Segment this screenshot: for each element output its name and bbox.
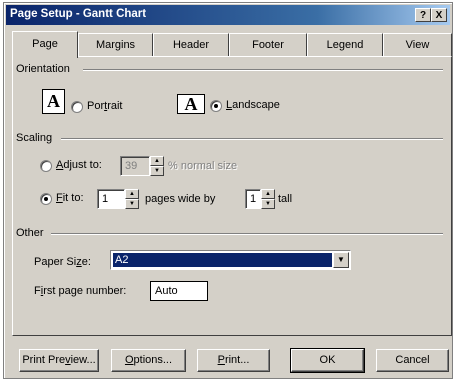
- portrait-radio[interactable]: [71, 101, 83, 113]
- dialog-title: Page Setup - Gantt Chart: [10, 8, 147, 20]
- page-tab-panel: Orientation A Portrait A Landscape Scali…: [12, 56, 452, 336]
- cancel-button[interactable]: Cancel: [376, 349, 449, 372]
- print-button[interactable]: Print...: [197, 349, 270, 372]
- pages-wide-input[interactable]: 1: [97, 189, 125, 209]
- spin-up-icon[interactable]: ▲: [150, 156, 164, 166]
- tab-view[interactable]: View: [383, 33, 452, 57]
- help-button[interactable]: ?: [415, 8, 431, 22]
- scaling-divider: [61, 138, 443, 140]
- spin-down-icon[interactable]: ▼: [150, 166, 164, 176]
- paper-size-value: A2: [113, 253, 332, 267]
- landscape-radio[interactable]: [210, 100, 222, 112]
- pages-wide-spinner[interactable]: ▲ ▼: [125, 189, 139, 209]
- options-button[interactable]: Options...: [111, 349, 186, 372]
- orientation-divider: [83, 69, 443, 71]
- adjust-to-label[interactable]: Adjust to:: [56, 159, 102, 171]
- landscape-label[interactable]: Landscape: [226, 99, 280, 111]
- ok-button[interactable]: OK: [290, 348, 365, 373]
- tab-header[interactable]: Header: [153, 33, 229, 57]
- first-page-number-input[interactable]: Auto: [150, 281, 208, 301]
- landscape-page-icon: A: [177, 94, 205, 114]
- pages-tall-input[interactable]: 1: [245, 189, 261, 209]
- spin-up-icon[interactable]: ▲: [261, 189, 275, 199]
- pages-wide-label: pages wide by: [145, 193, 216, 205]
- other-group-label: Other: [16, 227, 47, 239]
- tab-margins[interactable]: Margins: [78, 33, 153, 57]
- close-button[interactable]: X: [431, 8, 447, 22]
- spin-up-icon[interactable]: ▲: [125, 189, 139, 199]
- print-preview-button[interactable]: Print Preview...: [19, 349, 99, 372]
- scaling-group-label: Scaling: [16, 132, 56, 144]
- chevron-down-icon[interactable]: ▼: [333, 252, 349, 268]
- page-setup-dialog: Page Setup - Gantt Chart ? X Page Margin…: [3, 2, 453, 379]
- first-page-number-label: First page number:: [34, 285, 127, 297]
- title-bar[interactable]: Page Setup - Gantt Chart ? X: [6, 5, 450, 25]
- pages-tall-spinner[interactable]: ▲ ▼: [261, 189, 275, 209]
- normal-size-label: % normal size: [168, 160, 238, 172]
- spin-down-icon[interactable]: ▼: [261, 199, 275, 209]
- tab-page[interactable]: Page: [12, 31, 78, 58]
- portrait-label[interactable]: Portrait: [87, 100, 122, 112]
- fit-to-label[interactable]: Fit to:: [56, 192, 84, 204]
- spin-down-icon[interactable]: ▼: [125, 199, 139, 209]
- orientation-group-label: Orientation: [16, 63, 73, 75]
- other-divider: [51, 233, 443, 235]
- tab-legend[interactable]: Legend: [307, 33, 383, 57]
- portrait-page-icon: A: [42, 89, 65, 114]
- tab-strip: Page Margins Header Footer Legend View: [12, 31, 452, 58]
- paper-size-select[interactable]: A2 ▼: [110, 250, 351, 270]
- adjust-percent-spinner[interactable]: ▲ ▼: [150, 156, 164, 176]
- tall-label: tall: [278, 193, 293, 205]
- tab-footer[interactable]: Footer: [229, 33, 307, 57]
- adjust-to-radio[interactable]: [40, 160, 52, 172]
- fit-to-radio[interactable]: [40, 193, 52, 205]
- paper-size-label: Paper Size:: [34, 256, 91, 268]
- adjust-percent-input[interactable]: 39: [120, 156, 150, 176]
